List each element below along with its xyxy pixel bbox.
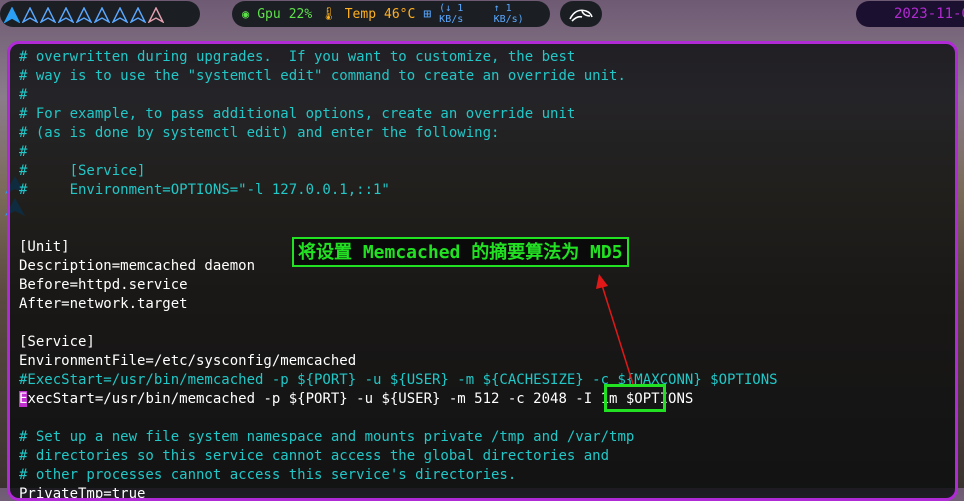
terminal-line: # For example, to pass additional option… — [19, 106, 576, 122]
terminal-text: # overwritten during upgrades. If you wa… — [19, 48, 778, 501]
kali-dragon-icon — [569, 9, 593, 22]
terminal-line: Before=httpd.service — [19, 277, 188, 293]
terminal-line: # way is to use the "systemctl edit" com… — [19, 68, 626, 84]
gpu-icon: ◉ — [242, 7, 250, 21]
terminal-line: # overwritten during upgrades. If you wa… — [19, 49, 576, 65]
terminal-line: EnvironmentFile=/etc/sysconfig/memcached — [19, 353, 357, 369]
top-bar: ◉ Gpu 22% 🌡 Temp 46°C ⊞ (↓ 1 KB/s ↑ 1 KB… — [0, 0, 964, 30]
terminal-line: # Environment=OPTIONS="-l 127.0.0.1,::1" — [19, 182, 390, 198]
workspace-2-icon[interactable] — [22, 7, 38, 23]
workspace-6-icon[interactable] — [94, 7, 110, 23]
net-down: (↓ 1 KB/s — [439, 3, 464, 25]
workspace-3-icon[interactable] — [40, 7, 56, 23]
temp-value: 46°C — [384, 6, 416, 22]
workspace-bar — [0, 1, 200, 27]
workspace-1-icon[interactable] — [4, 7, 20, 23]
highlight-box — [604, 384, 666, 412]
workspace-9-icon[interactable] — [148, 7, 164, 23]
net-up: ↑ 1 KB/s) — [493, 3, 524, 25]
terminal-line: After=network.target — [19, 296, 188, 312]
thermometer-icon: 🌡 — [320, 6, 337, 22]
terminal-line: # [Service] — [19, 163, 146, 179]
terminal-line: # other processes cannot access this ser… — [19, 467, 517, 483]
terminal-line: PrivateTmp=true — [19, 486, 146, 501]
workspace-7-icon[interactable] — [112, 7, 128, 23]
terminal-line: # Set up a new file system namespace and… — [19, 429, 635, 445]
system-stats: ◉ Gpu 22% 🌡 Temp 46°C ⊞ (↓ 1 KB/s ↑ 1 KB… — [232, 1, 550, 27]
exec-start-text: xecStart=/usr/bin/memcached -p ${PORT} -… — [27, 391, 694, 407]
workspace-4-icon[interactable] — [58, 7, 74, 23]
kali-menu-button[interactable] — [560, 1, 602, 27]
terminal-line: [Service] — [19, 334, 95, 350]
terminal-line: # — [19, 144, 28, 160]
terminal-line: # — [19, 87, 28, 103]
terminal-line: # (as is done by systemctl edit) and ent… — [19, 125, 500, 141]
terminal-line: # directories so this service cannot acc… — [19, 448, 610, 464]
gpu-value: 22% — [288, 6, 313, 22]
annotation-label: 将设置 Memcached 的摘要算法为 MD5 — [292, 237, 629, 267]
date-text: 2023-11-09 — [894, 6, 964, 22]
network-icon: ⊞ — [423, 6, 432, 22]
clock: 2023-11-09 — [856, 1, 964, 27]
terminal-window[interactable]: # overwritten during upgrades. If you wa… — [7, 41, 958, 501]
workspace-8-icon[interactable] — [130, 7, 146, 23]
workspace-5-icon[interactable] — [76, 7, 92, 23]
gpu-label: Gpu — [257, 6, 281, 22]
temp-label: Temp — [344, 6, 377, 22]
